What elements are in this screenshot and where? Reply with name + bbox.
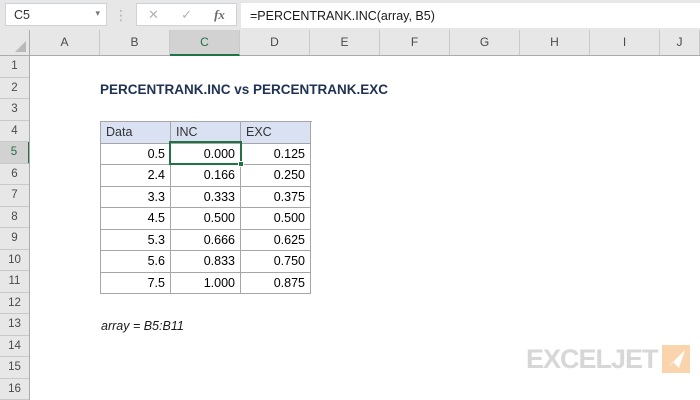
sheet-area: PERCENTRANK.INC vs PERCENTRANK.EXC Data I… [30,56,700,400]
column-header-D[interactable]: D [240,30,310,55]
cell-B7[interactable]: 3.3 [101,186,171,208]
column-header-I[interactable]: I [590,30,660,55]
excel-window: C5 ▾ ⋮ ✕ ✓ fx =PERCENTRANK.INC(array, B5… [0,0,700,400]
column-headers: ABCDEFGHIJ [30,30,700,56]
formula-bar-separator-dots: ⋮ [114,6,128,23]
column-header-E[interactable]: E [310,30,380,55]
row-header-3[interactable]: 3 [0,99,29,121]
cell-B10[interactable]: 5.6 [101,251,171,273]
cell-C6[interactable]: 0.166 [171,165,241,187]
cell-D5[interactable]: 0.125 [241,143,311,165]
row-header-2[interactable]: 2 [0,78,29,99]
row-header-15[interactable]: 15 [0,357,29,379]
cell-C11[interactable]: 1.000 [171,272,241,294]
column-header-J[interactable]: J [660,30,700,55]
row-header-1[interactable]: 1 [0,56,29,78]
column-header-G[interactable]: G [450,30,520,55]
sheet-title: PERCENTRANK.INC vs PERCENTRANK.EXC [100,82,389,97]
column-header-F[interactable]: F [380,30,450,55]
array-note: array = B5:B11 [101,319,184,333]
row-header-14[interactable]: 14 [0,336,29,357]
cell-B8[interactable]: 4.5 [101,208,171,230]
row-header-4[interactable]: 4 [0,121,29,142]
cell-C8[interactable]: 0.500 [171,208,241,230]
row-header-12[interactable]: 12 [0,293,29,314]
enter-icon[interactable]: ✓ [181,7,192,23]
cell-C4[interactable]: INC [171,122,241,144]
row-header-5[interactable]: 5 [0,142,29,164]
exceljet-logo: EXCELJET [526,345,690,373]
cell-C7[interactable]: 0.333 [171,186,241,208]
formula-bar: C5 ▾ ⋮ ✕ ✓ fx =PERCENTRANK.INC(array, B5… [0,0,700,30]
column-header-H[interactable]: H [520,30,590,55]
cell-D10[interactable]: 0.750 [241,251,311,273]
cell-B5[interactable]: 0.5 [101,143,171,165]
cell-D4[interactable]: EXC [241,122,311,144]
cell-D11[interactable]: 0.875 [241,272,311,294]
row-headers: 1 2 3 4 5 6 7 8 9 10 11 12 13 14 15 16 [0,56,30,400]
cell-D7[interactable]: 0.375 [241,186,311,208]
formula-text: =PERCENTRANK.INC(array, B5) [250,8,435,23]
row-header-7[interactable]: 7 [0,185,29,207]
formula-buttons-panel: ✕ ✓ fx [136,3,237,26]
cell-C5[interactable]: 0.000 [171,143,241,165]
select-all-triangle-icon [15,41,26,52]
column-header-B[interactable]: B [100,30,170,55]
exceljet-logo-text: EXCELJET [526,344,659,374]
name-box-value: C5 [14,7,30,22]
data-table: Data INC EXC 0.5 0.000 0.125 2.4 0.166 0.250 3.3 0… [100,121,312,294]
row-header-9[interactable]: 9 [0,228,29,250]
column-header-C[interactable]: C [170,30,240,56]
insert-function-icon[interactable]: fx [214,7,225,23]
row-header-10[interactable]: 10 [0,250,29,271]
row-header-13[interactable]: 13 [0,314,29,336]
cell-B9[interactable]: 5.3 [101,229,171,251]
row-header-16[interactable]: 16 [0,379,29,400]
cell-B6[interactable]: 2.4 [101,165,171,187]
formula-input[interactable]: =PERCENTRANK.INC(array, B5) [241,3,700,28]
select-all-button[interactable] [0,30,30,56]
paper-plane-arrow-icon [661,345,690,373]
cell-D9[interactable]: 0.625 [241,229,311,251]
cell-C10[interactable]: 0.833 [171,251,241,273]
cell-B4[interactable]: Data [101,122,171,144]
row-header-6[interactable]: 6 [0,164,29,185]
name-box[interactable]: C5 ▾ [5,3,107,26]
cell-C9[interactable]: 0.666 [171,229,241,251]
cell-D6[interactable]: 0.250 [241,165,311,187]
cancel-icon[interactable]: ✕ [148,7,159,23]
cell-B11[interactable]: 7.5 [101,272,171,294]
row-header-11[interactable]: 11 [0,271,29,293]
cell-D8[interactable]: 0.500 [241,208,311,230]
name-box-dropdown-icon[interactable]: ▾ [95,8,100,19]
row-header-8[interactable]: 8 [0,207,29,228]
column-header-A[interactable]: A [30,30,100,55]
